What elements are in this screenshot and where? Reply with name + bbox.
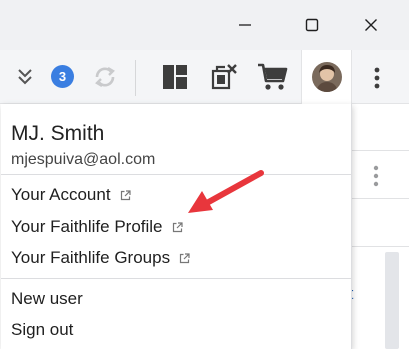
toolbar-separator bbox=[135, 60, 136, 96]
maximize-button[interactable] bbox=[294, 8, 330, 42]
close-windows-button[interactable] bbox=[209, 62, 241, 92]
external-link-icon bbox=[179, 252, 190, 264]
close-windows-icon bbox=[211, 64, 237, 90]
sync-button[interactable] bbox=[90, 62, 120, 92]
menu-divider bbox=[1, 174, 352, 175]
menu-divider bbox=[1, 278, 352, 279]
external-link-icon bbox=[172, 221, 183, 233]
annotation-arrow bbox=[188, 170, 264, 213]
external-link-icon bbox=[120, 189, 131, 201]
background-divider bbox=[352, 246, 409, 247]
window-title-bar bbox=[0, 0, 409, 50]
sync-icon bbox=[95, 66, 115, 88]
background-divider bbox=[352, 198, 409, 199]
new-user-button[interactable]: New user bbox=[11, 289, 83, 309]
user-email: mjespuiva@aol.com bbox=[11, 151, 156, 168]
toolbar: 3 bbox=[0, 50, 409, 104]
scrollbar[interactable] bbox=[385, 252, 399, 349]
collapse-button[interactable] bbox=[12, 64, 38, 90]
your-faithlife-profile-link[interactable]: Your Faithlife Profile bbox=[11, 217, 183, 237]
your-account-link[interactable]: Your Account bbox=[11, 185, 131, 205]
menu-item-label: Your Faithlife Profile bbox=[11, 217, 163, 236]
background-more-button[interactable] bbox=[366, 163, 386, 189]
user-name: MJ. Smith bbox=[11, 122, 105, 145]
your-faithlife-groups-link[interactable]: Your Faithlife Groups bbox=[11, 248, 190, 268]
app-window: 3 MJ. Smith mjespuiva@aol.com Your Accou… bbox=[0, 0, 409, 349]
close-icon bbox=[365, 19, 377, 31]
maximize-icon bbox=[305, 18, 319, 32]
sign-out-button[interactable]: Sign out bbox=[11, 320, 73, 340]
minimize-icon bbox=[239, 24, 251, 26]
background-page bbox=[352, 104, 409, 349]
layout-button[interactable] bbox=[160, 62, 190, 92]
menu-item-label: Your Account bbox=[11, 185, 111, 204]
minimize-button[interactable] bbox=[227, 8, 263, 42]
layout-icon bbox=[163, 65, 187, 89]
cart-button[interactable] bbox=[256, 61, 290, 93]
background-divider bbox=[352, 150, 409, 151]
user-avatar bbox=[311, 62, 342, 92]
cart-icon bbox=[258, 63, 288, 90]
more-vertical-icon bbox=[373, 165, 379, 187]
close-button[interactable] bbox=[353, 8, 389, 42]
menu-item-label: New user bbox=[11, 289, 83, 308]
more-options-button[interactable] bbox=[365, 64, 389, 92]
menu-item-label: Your Faithlife Groups bbox=[11, 248, 171, 267]
account-dropdown-menu: MJ. Smith mjespuiva@aol.com Your Account… bbox=[1, 104, 352, 349]
notification-badge[interactable]: 3 bbox=[51, 65, 74, 88]
account-menu-button[interactable] bbox=[301, 50, 352, 104]
more-vertical-icon bbox=[374, 67, 380, 89]
double-chevron-down-icon bbox=[18, 69, 32, 85]
menu-item-label: Sign out bbox=[11, 320, 74, 339]
